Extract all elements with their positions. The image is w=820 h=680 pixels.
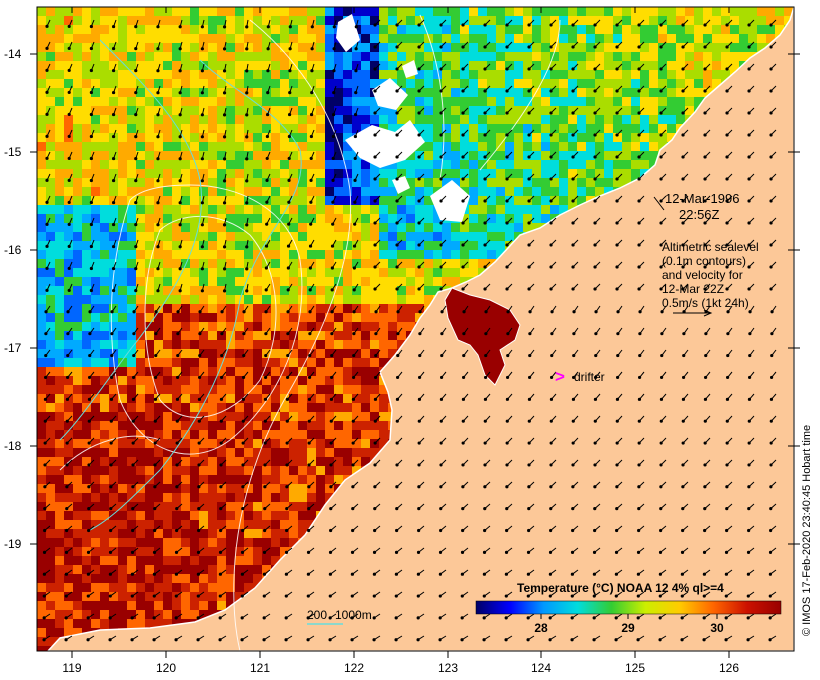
sst-map: 119 120 121 122 123 124 125 126 -14 -15 -16 -17 -18… [4, 6, 813, 675]
x-tick-label: 120 [156, 661, 176, 675]
annotation-date: 12-Mar-1996 [665, 191, 739, 206]
altimetry-legend-line: (0.1m contours) [662, 254, 746, 268]
colorbar-tick-label: 28 [534, 621, 548, 635]
isobath-label-1000: 1000m [335, 608, 372, 622]
x-tick-label: 123 [438, 661, 458, 675]
altimetry-legend-line: 0.5m/s (1kt 24h) [662, 296, 749, 310]
altimetry-legend-line: and velocity for [662, 268, 743, 282]
isobath-label-200: 200 [307, 608, 327, 622]
x-tick-label: 119 [62, 661, 81, 675]
y-tick-label: -14 [4, 47, 22, 61]
altimetry-legend-line: Altimetric sealevel [662, 240, 759, 254]
x-tick-label: 126 [719, 661, 739, 675]
colorbar-title: Temperature (°C) NOAA 12 4% ql>=4 [517, 581, 724, 595]
x-tick-label: 124 [531, 661, 551, 675]
colorbar [475, 600, 782, 615]
y-tick-label: -16 [4, 243, 22, 257]
y-tick-label: -18 [4, 439, 22, 453]
y-tick-label: -19 [4, 537, 22, 551]
credit-text: © IMOS 17-Feb-2020 23:40:45 Hobart time [801, 425, 813, 636]
annotation-time: 22:56Z [679, 207, 720, 222]
y-tick-label: -15 [4, 145, 22, 159]
x-tick-label: 121 [250, 661, 270, 675]
y-tick-label: -17 [4, 341, 22, 355]
x-tick-label: 122 [344, 661, 364, 675]
drifter-symbol: > [555, 367, 565, 386]
drifter-label: drifter [574, 370, 605, 384]
altimetry-legend-line: 12-Mar 22Z [662, 282, 724, 296]
x-tick-label: 125 [625, 661, 645, 675]
colorbar-tick-label: 29 [621, 621, 635, 635]
colorbar-tick-label: 30 [710, 621, 724, 635]
